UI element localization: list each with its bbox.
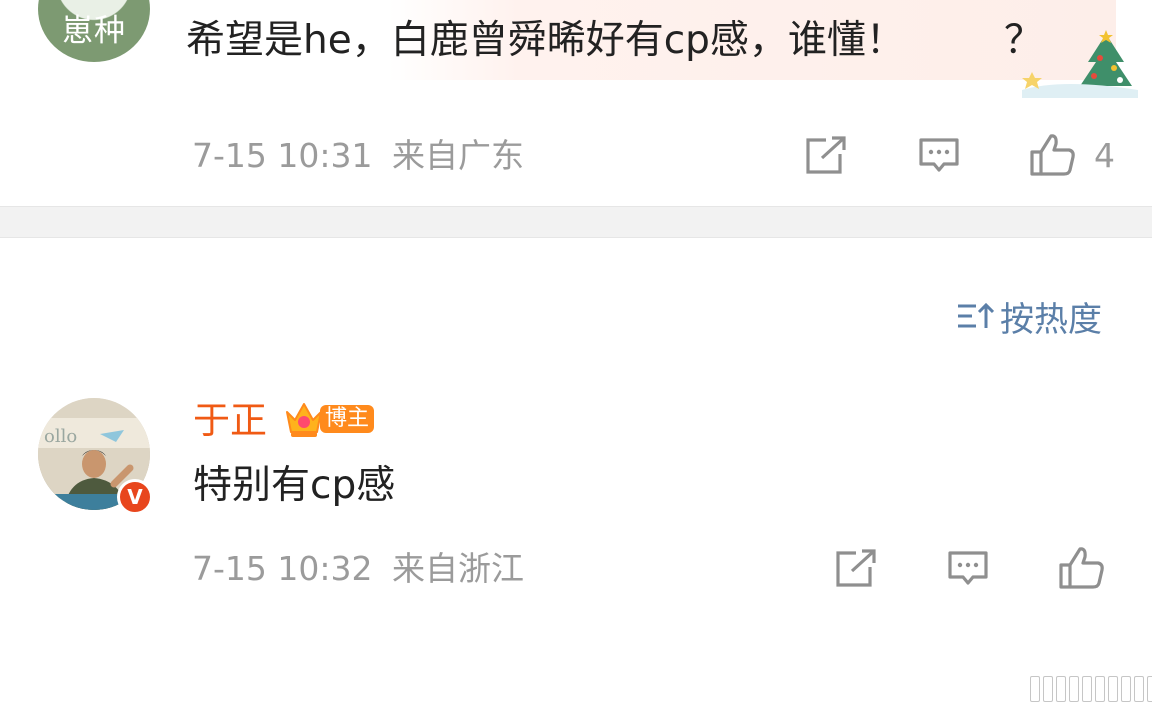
sort-by-hotness-button[interactable]: 按热度 (956, 296, 1102, 340)
comment-time: 7-15 10:32 (192, 549, 373, 588)
repost-icon[interactable] (804, 136, 848, 176)
comment-icon[interactable] (946, 549, 990, 589)
sort-icon (958, 302, 994, 328)
comment-text: 特别有cp感 (193, 463, 396, 508)
avatar-text: 崽种 (62, 13, 126, 49)
author-badge: 博主 (320, 405, 375, 433)
watermark-icon (1030, 676, 1152, 702)
like-icon[interactable] (1058, 545, 1106, 591)
verified-badge: V (117, 479, 153, 515)
comment-icon[interactable] (917, 136, 961, 176)
commenter-name[interactable]: 于正 (193, 399, 267, 443)
repost-icon[interactable] (834, 549, 878, 589)
svg-text:ollo: ollo (44, 426, 77, 447)
crown-icon (286, 403, 322, 437)
like-icon[interactable] (1029, 132, 1077, 178)
christmas-tree-decoration-icon (1022, 30, 1138, 98)
commenter-avatar[interactable]: 崽种 (38, 0, 150, 62)
like-count: 4 (1094, 136, 1115, 175)
comment-location: 来自浙江 (392, 549, 524, 588)
comment-location: 来自广东 (392, 136, 524, 175)
section-divider (0, 206, 1152, 238)
comment-text: 希望是he，白鹿曾舜晞好有cp感，谁懂！ (186, 18, 905, 63)
sort-label: 按热度 (1000, 299, 1102, 340)
comment-time: 7-15 10:31 (192, 136, 373, 175)
